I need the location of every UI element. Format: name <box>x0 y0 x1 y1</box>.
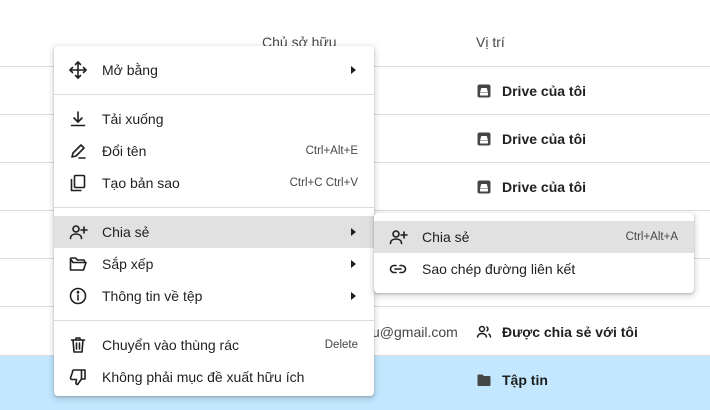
owner-email: u@gmail.com <box>372 324 458 340</box>
trash-icon <box>66 333 90 357</box>
location-label: Drive của tôi <box>502 179 587 195</box>
chevron-right-icon <box>342 62 358 78</box>
location-cell: Drive của tôi <box>476 67 586 115</box>
menu-item-file-info[interactable]: Thông tin về tệp <box>54 280 374 312</box>
menu-item-open-with[interactable]: Mở bằng <box>54 54 374 86</box>
location-cell: Drive của tôi <box>476 115 586 163</box>
menu-item-label: Mở bằng <box>102 62 158 78</box>
shortcut-hint: Delete <box>324 339 358 351</box>
submenu-item-share[interactable]: Chia sẻ Ctrl+Alt+A <box>374 221 694 253</box>
menu-item-label: Thông tin về tệp <box>102 288 203 304</box>
menu-item-label: Sao chép đường liên kết <box>422 261 576 277</box>
menu-item-label: Đổi tên <box>102 143 147 159</box>
location-column-header[interactable]: Vị trí <box>476 34 505 50</box>
menu-divider <box>54 320 374 321</box>
location-label: Drive của tôi <box>502 83 587 99</box>
menu-item-label: Không phải mục đề xuất hữu ích <box>102 369 305 385</box>
menu-item-label: Tải xuống <box>102 111 164 127</box>
context-menu: Mở bằng Tải xuống Đổi tên Ctrl+Alt+E Tạo… <box>54 46 374 396</box>
copy-icon <box>66 171 90 195</box>
menu-item-move-to-trash[interactable]: Chuyển vào thùng rác Delete <box>54 329 374 361</box>
download-icon <box>66 107 90 131</box>
menu-item-label: Sắp xếp <box>102 256 154 272</box>
menu-item-label: Chia sẻ <box>102 224 150 240</box>
link-icon <box>386 257 410 281</box>
folder-open-icon <box>66 252 90 276</box>
menu-item-rename[interactable]: Đổi tên Ctrl+Alt+E <box>54 135 374 167</box>
menu-divider <box>54 94 374 95</box>
location-label: Được chia sẻ với tôi <box>502 324 638 340</box>
shortcut-hint: Ctrl+C Ctrl+V <box>289 177 358 189</box>
submenu-item-copy-link[interactable]: Sao chép đường liên kết <box>374 253 694 285</box>
menu-item-label: Chuyển vào thùng rác <box>102 337 239 353</box>
location-cell: Drive của tôi <box>476 163 586 211</box>
menu-divider <box>54 207 374 208</box>
menu-item-share[interactable]: Chia sẻ <box>54 216 374 248</box>
share-submenu: Chia sẻ Ctrl+Alt+A Sao chép đường liên k… <box>374 213 694 293</box>
move-arrows-icon <box>66 58 90 82</box>
menu-item-download[interactable]: Tải xuống <box>54 103 374 135</box>
shortcut-hint: Ctrl+Alt+E <box>305 145 358 157</box>
my-drive-icon <box>476 131 492 147</box>
folder-icon <box>476 372 492 388</box>
location-label: Drive của tôi <box>502 131 587 147</box>
my-drive-icon <box>476 179 492 195</box>
my-drive-icon <box>476 83 492 99</box>
chevron-right-icon <box>342 224 358 240</box>
shared-with-me-icon <box>476 324 492 340</box>
chevron-right-icon <box>342 288 358 304</box>
location-cell: Được chia sẻ với tôi <box>476 308 638 356</box>
thumb-down-icon <box>66 365 90 389</box>
menu-item-not-helpful[interactable]: Không phải mục đề xuất hữu ích <box>54 361 374 393</box>
menu-item-make-copy[interactable]: Tạo bản sao Ctrl+C Ctrl+V <box>54 167 374 199</box>
location-label: Tập tin <box>502 372 548 388</box>
edit-pencil-icon <box>66 139 90 163</box>
menu-item-label: Chia sẻ <box>422 229 470 245</box>
shortcut-hint: Ctrl+Alt+A <box>625 231 678 243</box>
person-add-icon <box>386 225 410 249</box>
menu-item-label: Tạo bản sao <box>102 175 180 191</box>
chevron-right-icon <box>342 256 358 272</box>
person-add-icon <box>66 220 90 244</box>
location-cell: Tập tin <box>476 356 548 404</box>
info-icon <box>66 284 90 308</box>
menu-item-organize[interactable]: Sắp xếp <box>54 248 374 280</box>
